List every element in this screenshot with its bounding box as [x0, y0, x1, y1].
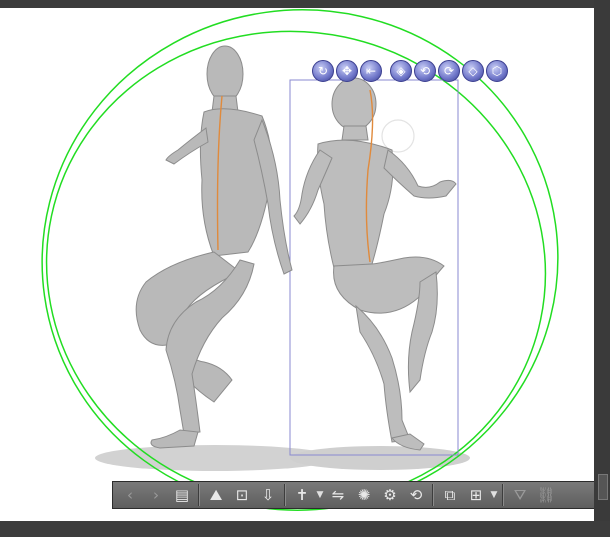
- joint-handle[interactable]: [381, 119, 415, 153]
- scene-layer: [2, 8, 591, 521]
- rotation-ring-outer[interactable]: [10, 8, 591, 521]
- object-settings-icon[interactable]: ⊞: [463, 483, 489, 507]
- move-forward-icon[interactable]: ⇤: [360, 60, 382, 82]
- object-toolbar: ‹ › ▤ ⛰ ⊡ ⇩ ✝ ▼ ⇋ ✺ ⚙ ⟲ ⧉ ⊞ ▼ ⛛ ⛓: [112, 481, 594, 509]
- flip-pose-icon[interactable]: ⇋: [325, 483, 351, 507]
- toolbar-separator: [502, 484, 504, 506]
- left-head: [206, 45, 244, 103]
- link-icon[interactable]: ⛓: [533, 483, 559, 507]
- joint-lock-icon[interactable]: ⚙: [377, 483, 403, 507]
- right-head: [331, 77, 377, 131]
- landing-icon[interactable]: ⛛: [507, 483, 533, 507]
- toolbar-separator: [284, 484, 286, 506]
- toolbar-separator: [198, 484, 200, 506]
- previous-object-icon[interactable]: ‹: [117, 483, 143, 507]
- scale-3d-icon[interactable]: ⬡: [486, 60, 508, 82]
- rotate-camera-icon[interactable]: ↻: [312, 60, 334, 82]
- pose-preset-icon[interactable]: ✝: [289, 483, 315, 507]
- rotate-plane-icon[interactable]: ⟳: [438, 60, 460, 82]
- rotate-body-icon[interactable]: ⟲: [403, 483, 429, 507]
- toolbar-separator: [432, 484, 434, 506]
- right-neck: [341, 125, 369, 141]
- chevron-down-icon[interactable]: ▼: [315, 490, 325, 500]
- rotation-ring-inner[interactable]: [2, 8, 589, 521]
- object-launcher: ↻ ✥ ⇤ ◈ ⟲ ⟳ ◇ ⬡: [312, 58, 508, 84]
- canvas-3d-viewport[interactable]: ↻ ✥ ⇤ ◈ ⟲ ⟳ ◇ ⬡ ‹ › ▤ ⛰ ⊡ ⇩ ✝ ▼ ⇋ ✺ ⚙ ⟲ …: [0, 8, 594, 521]
- fit-to-view-icon[interactable]: ⊡: [229, 483, 255, 507]
- left-foot: [150, 429, 199, 449]
- move-3d-icon[interactable]: ◈: [390, 60, 412, 82]
- chevron-down-icon[interactable]: ▼: [489, 490, 499, 500]
- right-leg-standing: [355, 304, 411, 443]
- mannequin-right[interactable]: [293, 77, 457, 451]
- window-bottom-edge: [0, 521, 610, 537]
- body-shape-icon[interactable]: ⧉: [437, 483, 463, 507]
- ground-plane-icon[interactable]: ⇩: [255, 483, 281, 507]
- pan-camera-icon[interactable]: ✥: [336, 60, 358, 82]
- camera-angle-icon[interactable]: ⛰: [203, 483, 229, 507]
- mannequin-left[interactable]: [135, 45, 293, 449]
- panel-collapse-handle[interactable]: [598, 474, 608, 500]
- rotate-3d-icon[interactable]: ⟲: [414, 60, 436, 82]
- right-right-arm: [383, 149, 457, 199]
- object-list-icon[interactable]: ▤: [169, 483, 195, 507]
- right-panel-edge: [594, 0, 610, 537]
- next-object-icon[interactable]: ›: [143, 483, 169, 507]
- window-top-edge: [0, 0, 610, 8]
- scale-plane-icon[interactable]: ◇: [462, 60, 484, 82]
- reset-pose-icon[interactable]: ✺: [351, 483, 377, 507]
